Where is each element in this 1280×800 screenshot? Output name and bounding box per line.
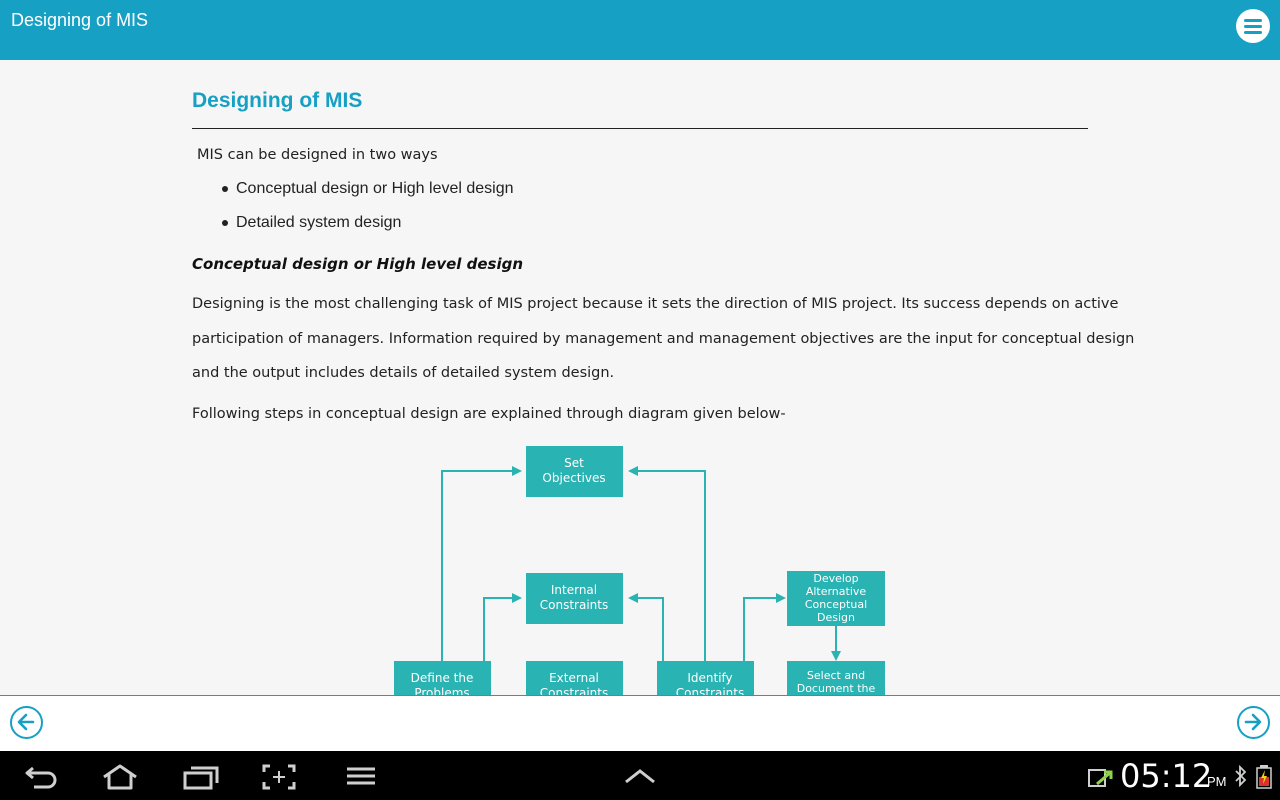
- clock-ampm: PM: [1207, 774, 1227, 789]
- battery-icon: [1256, 765, 1272, 789]
- app-bar: Designing of MIS: [0, 0, 1280, 60]
- box-label: Identify: [687, 671, 732, 685]
- hamburger-circle-icon[interactable]: [1236, 9, 1270, 43]
- arrow-right-circle-icon[interactable]: [1237, 706, 1270, 739]
- back-icon[interactable]: [24, 764, 58, 790]
- box-label: External: [549, 671, 599, 685]
- menu-icon[interactable]: [345, 764, 377, 790]
- box-label: Define the: [411, 671, 474, 685]
- download-status-icon: [1088, 769, 1113, 787]
- box-label: Develop: [813, 572, 858, 585]
- recent-apps-icon[interactable]: [183, 764, 219, 790]
- box-label: Constraints: [540, 598, 608, 612]
- screenshot-icon[interactable]: [262, 764, 296, 790]
- box-label: Conceptual: [805, 598, 867, 611]
- system-navigation-bar: 05:12 PM: [0, 751, 1280, 800]
- box-label: Constraints: [540, 686, 608, 695]
- box-label: Set: [564, 456, 584, 470]
- app-title: Designing of MIS: [11, 10, 149, 30]
- box-label: Alternative: [806, 585, 867, 598]
- box-label: Select and: [807, 669, 865, 682]
- article-content[interactable]: Designing of MIS MIS can be designed in …: [0, 60, 1280, 695]
- box-label: Internal: [551, 583, 597, 597]
- clock-time: 05:12: [1120, 757, 1213, 795]
- chevron-up-icon[interactable]: [624, 768, 656, 784]
- arrow-left-circle-icon[interactable]: [10, 706, 43, 739]
- box-label: Document the: [797, 682, 876, 695]
- bluetooth-icon: [1235, 765, 1247, 787]
- diagram-connectors: [441, 466, 841, 661]
- conceptual-design-diagram: Set Objectives Internal Constraints Deve…: [394, 446, 885, 695]
- box-label: Constraints: [676, 686, 744, 695]
- box-label: Objectives: [542, 471, 605, 485]
- footer-nav: [0, 696, 1280, 751]
- box-label: Design: [817, 611, 855, 624]
- home-icon[interactable]: [101, 764, 139, 790]
- box-label: Problems: [414, 686, 469, 695]
